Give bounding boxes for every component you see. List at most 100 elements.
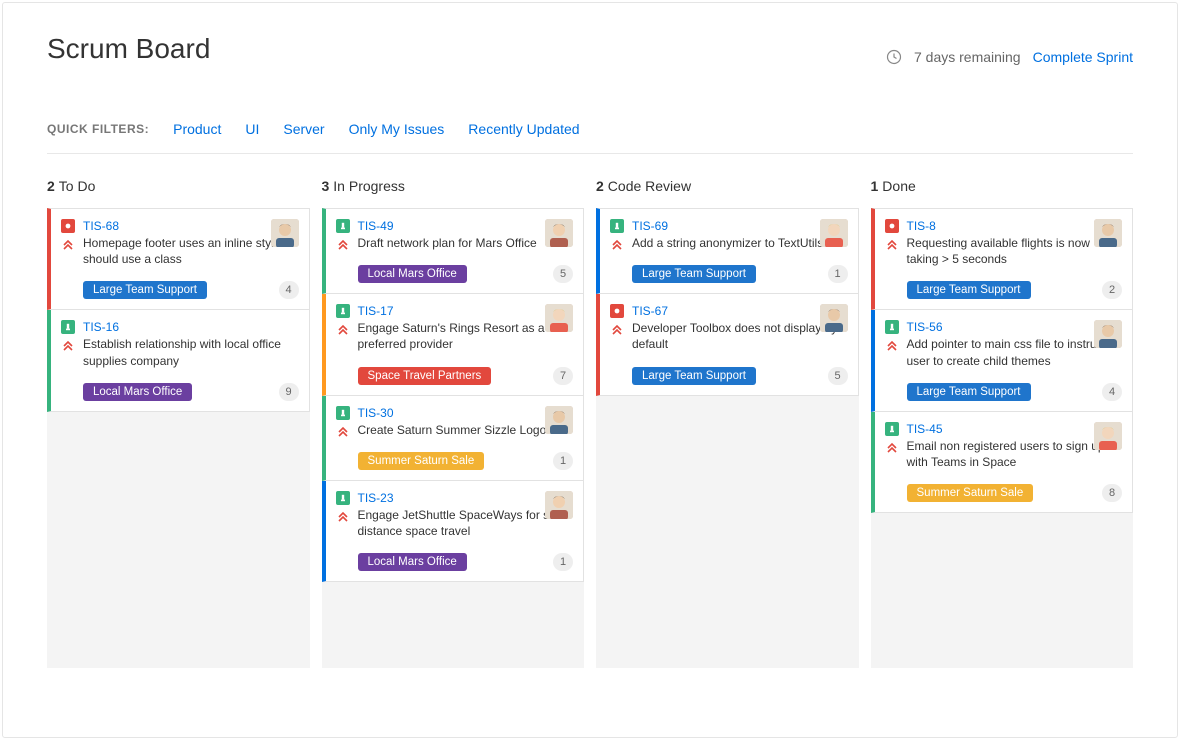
issue-key[interactable]: TIS-23 [358,491,574,505]
assignee-avatar[interactable] [1094,219,1122,247]
issue-card[interactable]: TIS-56Add pointer to main css file to in… [871,310,1134,411]
quick-filter-item[interactable]: Product [173,121,221,137]
story-icon [885,320,899,334]
issue-card[interactable]: TIS-67Developer Toolbox does not display… [596,294,859,395]
priority-highest-icon [611,237,623,249]
epic-badge[interactable]: Summer Saturn Sale [907,484,1034,502]
epic-badge[interactable]: Large Team Support [83,281,207,299]
issue-card[interactable]: TIS-8Requesting available flights is now… [871,208,1134,310]
issue-key[interactable]: TIS-30 [358,406,574,420]
epic-badge[interactable]: Large Team Support [907,383,1031,401]
epic-badge[interactable]: Summer Saturn Sale [358,452,485,470]
story-points-badge: 5 [553,265,573,283]
column-count: 2 [47,178,55,194]
issue-card[interactable]: TIS-23Engage JetShuttle SpaceWays for sh… [322,481,585,582]
epic-badge[interactable]: Space Travel Partners [358,367,492,385]
card-top: TIS-68 Homepage footer uses an inline sty… [61,219,299,267]
header: Scrum Board 7 days remaining Complete Sp… [47,33,1133,65]
bug-icon [885,219,899,233]
quick-filters-label: QUICK FILTERS: [47,122,149,136]
card-text: TIS-45Email non registered users to sign… [907,422,1123,470]
card-bottom: Large Team Support4 [885,383,1123,401]
assignee-avatar[interactable] [820,219,848,247]
card-icons [336,406,350,438]
assignee-avatar[interactable] [545,491,573,519]
assignee-avatar[interactable] [545,304,573,332]
story-icon [336,304,350,318]
priority-highest-icon [337,424,349,436]
issue-key[interactable]: TIS-67 [632,304,848,318]
issue-key[interactable]: TIS-69 [632,219,848,233]
issue-summary: Add a string anonymizer to TextUtils [632,235,848,251]
story-icon [885,422,899,436]
epic-badge[interactable]: Local Mars Office [358,553,467,571]
clock-icon [886,49,902,65]
issue-key[interactable]: TIS-68 [83,219,299,233]
card-icons [885,422,899,470]
issue-key[interactable]: TIS-56 [907,320,1123,334]
card-icons [885,219,899,267]
card-bottom: Space Travel Partners7 [336,367,574,385]
story-points-badge: 4 [279,281,299,299]
assignee-avatar[interactable] [820,304,848,332]
card-text: TIS-16 Establish relationship with local … [83,320,299,368]
story-icon [61,320,75,334]
assignee-avatar[interactable] [545,219,573,247]
column-header: 2Code Review [596,178,859,194]
issue-key[interactable]: TIS-17 [358,304,574,318]
card-text: TIS-17Engage Saturn's Rings Resort as a … [358,304,574,352]
card-top: TIS-45Email non registered users to sign… [885,422,1123,470]
issue-card[interactable]: TIS-68 Homepage footer uses an inline sty… [47,208,310,310]
board-column: 2To DoTIS-68Homepage footer uses an inli… [47,178,310,668]
issue-card[interactable]: TIS-30 Create Saturn Summer Sizzle Logo Su… [322,396,585,481]
priority-highest-icon [62,237,74,249]
priority-highest-icon [337,509,349,521]
epic-badge[interactable]: Large Team Support [632,367,756,385]
issue-summary: Draft network plan for Mars Office [358,235,574,251]
card-top: TIS-56Add pointer to main css file to in… [885,320,1123,368]
quick-filter-item[interactable]: Recently Updated [468,121,579,137]
days-remaining-label: 7 days remaining [914,49,1021,65]
story-points-badge: 1 [553,553,573,571]
quick-filter-item[interactable]: Only My Issues [349,121,445,137]
board-columns: 2To DoTIS-68Homepage footer uses an inli… [47,178,1133,668]
story-icon [336,219,350,233]
issue-card[interactable]: TIS-16 Establish relationship with local … [47,310,310,411]
issue-key[interactable]: TIS-8 [907,219,1123,233]
issue-card[interactable]: TIS-69 Add a string anonymizer to TextUti… [596,208,859,294]
priority-highest-icon [611,322,623,334]
epic-badge[interactable]: Local Mars Office [358,265,467,283]
quick-filter-item[interactable]: UI [245,121,259,137]
priority-highest-icon [886,440,898,452]
issue-key[interactable]: TIS-49 [358,219,574,233]
assignee-avatar[interactable] [1094,320,1122,348]
issue-card[interactable]: TIS-45Email non registered users to sign… [871,412,1134,513]
priority-highest-icon [886,237,898,249]
card-bottom: Local Mars Office 1 [336,553,574,571]
column-body: TIS-69 Add a string anonymizer to TextUti… [596,208,859,668]
card-bottom: Summer Saturn Sale 1 [336,452,574,470]
page-title: Scrum Board [47,33,210,65]
assignee-avatar[interactable] [1094,422,1122,450]
story-points-badge: 1 [828,265,848,283]
issue-summary: Establish relationship with local office… [83,336,299,368]
issue-key[interactable]: TIS-45 [907,422,1123,436]
quick-filter-item[interactable]: Server [283,121,324,137]
story-points-badge: 1 [553,452,573,470]
assignee-avatar[interactable] [545,406,573,434]
epic-badge[interactable]: Local Mars Office [83,383,192,401]
epic-badge[interactable]: Large Team Support [907,281,1031,299]
issue-key[interactable]: TIS-16 [83,320,299,334]
complete-sprint-link[interactable]: Complete Sprint [1033,49,1133,65]
issue-summary: Homepage footer uses an inline style - s… [83,235,299,267]
epic-badge[interactable]: Large Team Support [632,265,756,283]
issue-card[interactable]: TIS-49 Draft network plan for Mars Office… [322,208,585,294]
board-column: 2Code Review TIS-69 Add a string anonymize… [596,178,859,668]
priority-highest-icon [62,338,74,350]
story-icon [336,406,350,420]
assignee-avatar[interactable] [271,219,299,247]
story-points-badge: 9 [279,383,299,401]
issue-card[interactable]: TIS-17Engage Saturn's Rings Resort as a … [322,294,585,395]
column-name: In Progress [333,178,405,194]
issue-summary: Create Saturn Summer Sizzle Logo [358,422,574,438]
